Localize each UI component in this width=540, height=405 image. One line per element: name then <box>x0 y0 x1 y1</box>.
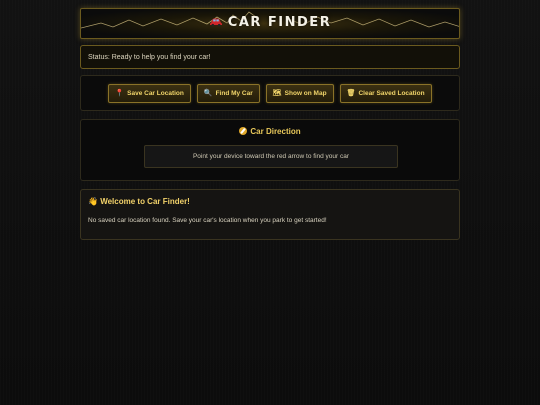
app-title: CAR FINDER <box>227 15 332 30</box>
waving-hand-icon: 👋 <box>88 197 98 206</box>
clear-location-label: Clear Saved Location <box>358 89 425 97</box>
show-map-button[interactable]: 🗺 Show on Map <box>265 83 334 103</box>
car-icon <box>209 18 222 27</box>
welcome-message: No saved car location found. Save your c… <box>88 217 327 224</box>
compass-icon <box>239 127 248 135</box>
clear-location-button[interactable]: 🗑 Clear Saved Location <box>339 83 432 103</box>
save-location-label: Save Car Location <box>127 89 184 97</box>
show-map-label: Show on Map <box>284 89 327 97</box>
save-location-button[interactable]: 📍 Save Car Location <box>108 83 191 103</box>
welcome-title: Welcome to Car Finder! <box>100 197 190 206</box>
find-car-button[interactable]: 🔍 Find My Car <box>196 83 260 103</box>
direction-panel: Car Direction Point your device toward t… <box>80 119 460 181</box>
status-bar: Status: Ready to help you find your car! <box>80 45 460 69</box>
trash-icon: 🗑 <box>346 89 356 97</box>
direction-title: Car Direction <box>250 127 301 136</box>
pin-icon: 📍 <box>115 89 125 97</box>
direction-hint: Point your device toward the red arrow t… <box>144 145 398 168</box>
magnifier-icon: 🔍 <box>203 89 213 97</box>
direction-heading: Car Direction <box>81 127 459 136</box>
title-row: CAR FINDER <box>81 15 459 30</box>
welcome-heading: 👋 Welcome to Car Finder! <box>88 197 190 206</box>
app-header: CAR FINDER <box>80 8 460 39</box>
welcome-panel: 👋 Welcome to Car Finder! No saved car lo… <box>80 189 460 240</box>
app-container: CAR FINDER Status: Ready to help you fin… <box>80 8 460 240</box>
find-car-label: Find My Car <box>215 89 253 97</box>
status-text: Status: Ready to help you find your car! <box>88 54 211 61</box>
action-toolbar: 📍 Save Car Location 🔍 Find My Car 🗺 Show… <box>80 75 460 111</box>
map-icon: 🗺 <box>272 89 282 97</box>
